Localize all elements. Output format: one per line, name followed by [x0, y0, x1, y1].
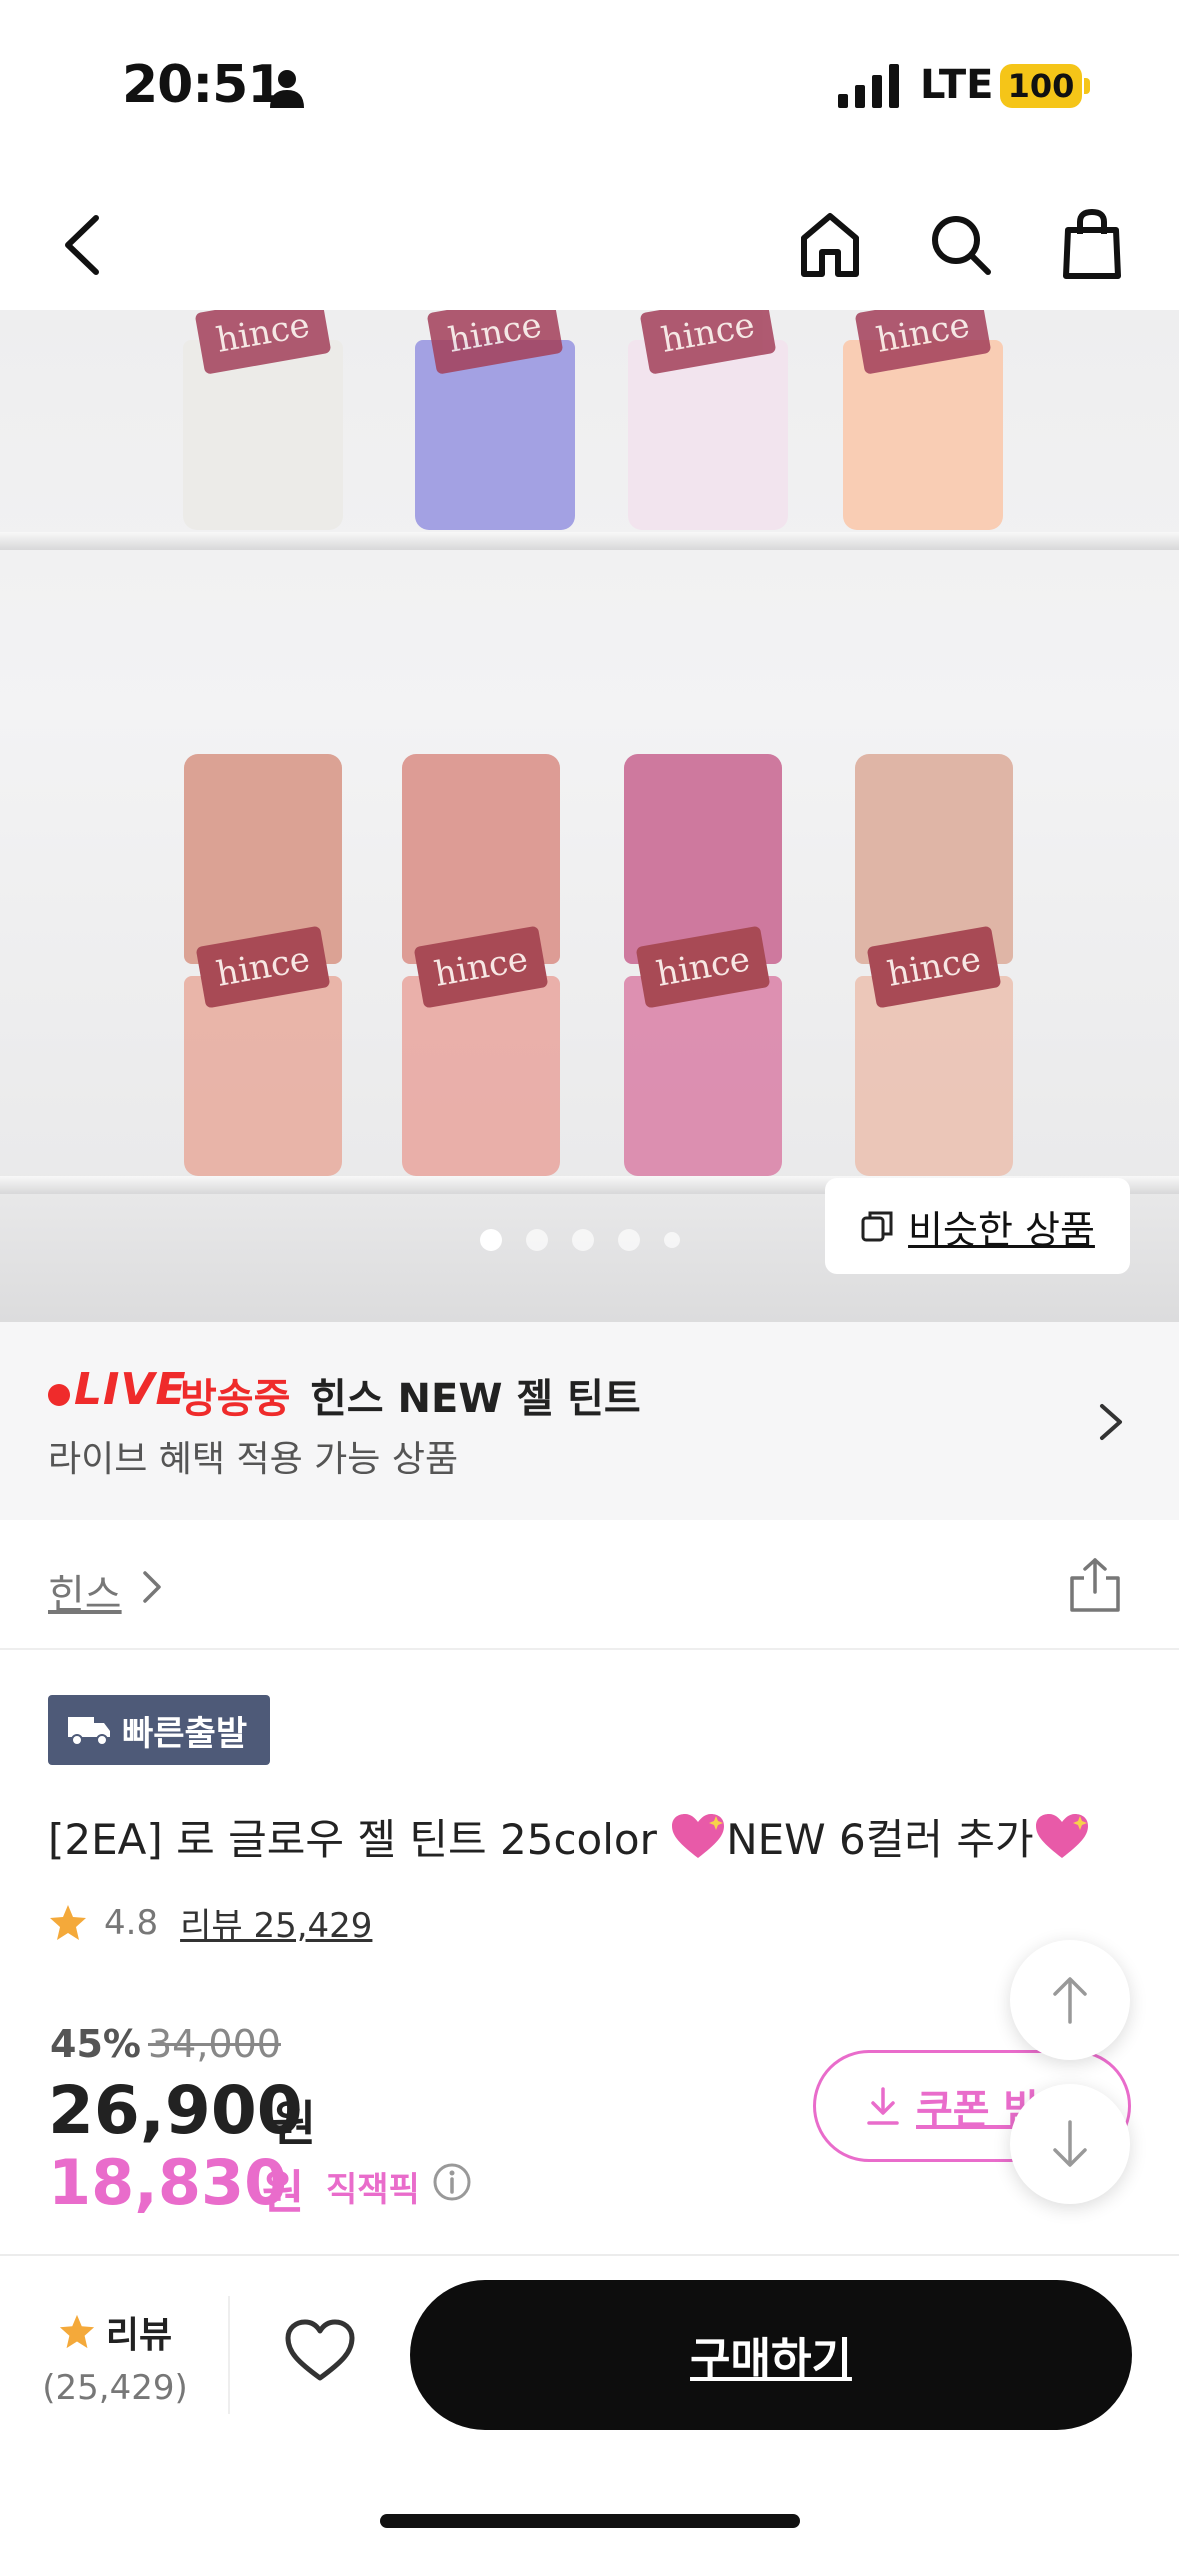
copy-icon [861, 1211, 893, 1242]
status-time: 20:51 [122, 55, 284, 115]
product-bottle: hince [402, 754, 560, 1176]
share-icon[interactable] [1068, 1556, 1122, 1614]
chevron-right-icon[interactable] [1096, 1400, 1126, 1444]
battery-icon: 100 [1000, 64, 1082, 108]
divider [228, 2296, 230, 2414]
scroll-bottom-button[interactable] [1010, 2084, 1130, 2204]
carousel-dot[interactable] [618, 1229, 640, 1251]
star-icon [59, 2314, 94, 2349]
discount-rate: 45% [50, 2022, 141, 2066]
carousel-dot[interactable] [664, 1232, 680, 1248]
search-icon[interactable] [928, 210, 994, 280]
product-bottle: hince [628, 310, 788, 530]
arrow-up-icon [1053, 1977, 1087, 2024]
product-image-carousel[interactable]: hince hince hince hince hince hince hince hince [0, 310, 1179, 1322]
product-bottle: hince [843, 310, 1003, 530]
pick-price-unit: 원 [262, 2165, 305, 2219]
shopping-bag-icon[interactable] [1062, 208, 1122, 280]
battery-cap [1084, 78, 1090, 94]
home-indicator [380, 2514, 800, 2528]
product-bottle: hince [855, 754, 1013, 1176]
product-bottle: hince [184, 754, 342, 1176]
product-bottle: hince [415, 310, 575, 530]
live-label: LIVE [74, 1364, 187, 1415]
truck-icon [68, 1717, 110, 1746]
sale-price: 26,900 [48, 2072, 303, 2149]
pick-label: 직잭픽 [326, 2170, 420, 2210]
carousel-dots [480, 1228, 680, 1252]
brand-link[interactable]: 힌스 [48, 1562, 122, 1620]
sparkling-heart-icon [672, 1814, 725, 1858]
product-title: [2EA] 로 글로우 젤 틴트 25color NEW 6컬러 추가 [48, 1806, 1090, 1867]
product-title-prefix: [2EA] 로 글로우 젤 틴트 25color [48, 1815, 671, 1864]
carousel-dot[interactable] [526, 1229, 548, 1251]
home-icon[interactable] [798, 210, 862, 280]
fast-shipping-label: 빠른출발 [122, 1713, 248, 1754]
signal-icon [838, 64, 899, 108]
rating-value: 4.8 [104, 1902, 159, 1943]
live-title: 힌스 NEW 젤 틴트 [310, 1376, 641, 1422]
top-nav [0, 175, 1179, 310]
product-bottle: hince [183, 310, 343, 530]
sparkling-heart-icon [1035, 1814, 1088, 1858]
product-title-middle: NEW 6컬러 추가 [726, 1815, 1034, 1864]
original-price: 34,000 [148, 2022, 281, 2066]
shelf-top [0, 532, 1179, 550]
chevron-left-icon[interactable] [58, 210, 108, 280]
person-icon [270, 70, 304, 108]
pick-price: 18,830 [48, 2146, 288, 2219]
buy-button[interactable]: 구매하기 [410, 2280, 1132, 2430]
sale-price-unit: 원 [272, 2096, 317, 2152]
similar-products-button[interactable]: 비슷한 상품 [825, 1178, 1130, 1274]
status-bar: 20:51 LTE 100 [0, 0, 1179, 175]
similar-products-label: 비슷한 상품 [908, 1207, 1095, 1252]
carousel-dot[interactable] [480, 1229, 502, 1251]
scroll-top-button[interactable] [1010, 1940, 1130, 2060]
live-subtitle: 라이브 혜택 적용 가능 상품 [48, 1439, 459, 1480]
brand-row [0, 1520, 1179, 1650]
live-dot [48, 1384, 70, 1406]
review-count-link[interactable]: 리뷰 25,429 [180, 1898, 372, 1947]
download-icon [867, 2087, 899, 2125]
fast-shipping-badge: 빠른출발 [48, 1695, 270, 1765]
product-bottle: hince [624, 754, 782, 1176]
bottom-review-count: (25,429) [42, 2368, 188, 2408]
network-type: LTE [920, 62, 994, 108]
arrow-down-icon [1053, 2120, 1087, 2167]
chevron-right-icon[interactable] [140, 1568, 164, 1606]
carousel-dot[interactable] [572, 1229, 594, 1251]
info-icon[interactable] [432, 2162, 472, 2202]
bottom-review-button[interactable]: 리뷰 (25,429) [40, 2306, 190, 2408]
bottom-review-label: 리뷰 [105, 2315, 173, 2356]
star-icon [50, 1904, 86, 1940]
heart-icon[interactable] [284, 2318, 356, 2384]
on-air-label: 방송중 [180, 1376, 291, 1422]
rating-row: 4.8 리뷰 25,429 [48, 1898, 372, 1947]
